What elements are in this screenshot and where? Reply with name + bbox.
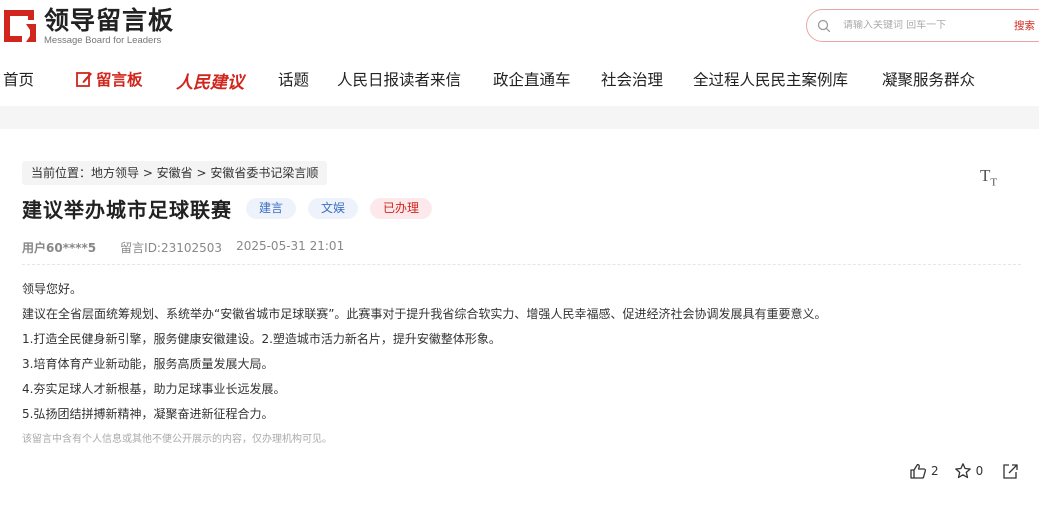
title-row: 建议举办城市足球联赛 建言 文娱 已办理 bbox=[22, 194, 433, 223]
note-edit-icon bbox=[76, 72, 92, 87]
nav-item-label: 留言板 bbox=[96, 71, 143, 89]
favorite-button[interactable]: 0 bbox=[954, 462, 984, 480]
like-button[interactable]: 2 bbox=[909, 462, 939, 480]
search-button[interactable]: 搜索 bbox=[1014, 18, 1035, 33]
renmin-jianyi-logo: 人民建议 bbox=[176, 73, 244, 93]
favorite-count: 0 bbox=[975, 464, 984, 478]
nav-item-democracy-cases[interactable]: 全过程人民民主案例库 bbox=[693, 68, 848, 90]
type-tag: 建言 bbox=[246, 198, 297, 219]
star-icon bbox=[954, 463, 971, 479]
message-body: 领导您好。 建议在全省层面统筹规划、系统举办“安徽省城市足球联赛”。此赛事对于提… bbox=[22, 277, 826, 450]
privacy-disclaimer: 该留言中含有个人信息或其他不便公开展示的内容，仅办理机构可见。 bbox=[22, 434, 332, 445]
nav-item-message-board[interactable]: 留言板 bbox=[75, 68, 143, 90]
message-meta: 用户60****5 留言ID:23102503 2025-05-31 21:01 bbox=[22, 239, 344, 256]
paragraph: 3.培育体育产业新动能，服务高质量发展大局。 bbox=[22, 357, 274, 371]
paragraph: 领导您好。 bbox=[22, 282, 83, 296]
search-icon bbox=[817, 19, 831, 32]
section-separator bbox=[0, 106, 1039, 129]
nav-item-renmin-jianyi[interactable]: 人民建议 bbox=[176, 68, 244, 93]
nav-item-serve-masses[interactable]: 凝聚服务群众 bbox=[882, 68, 975, 90]
divider bbox=[22, 264, 1021, 265]
nav-item-label: 政企直通车 bbox=[493, 71, 571, 89]
paragraph: 建议在全省层面统筹规划、系统举办“安徽省城市足球联赛”。此赛事对于提升我省综合软… bbox=[22, 307, 827, 321]
action-bar: 2 0 bbox=[909, 462, 1019, 480]
search-box: 搜索 bbox=[806, 9, 1039, 42]
nav-item-label: 全过程人民民主案例库 bbox=[693, 71, 849, 89]
nav-item-label: 人民日报读者来信 bbox=[337, 71, 462, 89]
paragraph: 5.弘扬团结拼搏新精神，凝聚奋进新征程合力。 bbox=[22, 407, 274, 421]
site-logo[interactable]: 领导留言板 Message Board for Leaders bbox=[0, 6, 174, 46]
logo-mark-icon bbox=[4, 10, 36, 42]
nav-item-readers-letters[interactable]: 人民日报读者来信 bbox=[337, 68, 461, 90]
nav-item-topics[interactable]: 话题 bbox=[278, 68, 309, 90]
search-input[interactable] bbox=[843, 20, 993, 31]
nav-item-home[interactable]: 首页 bbox=[3, 68, 34, 90]
author-name: 用户60****5 bbox=[22, 241, 97, 255]
font-size-toggle-icon[interactable]: TT bbox=[980, 166, 997, 188]
nav-item-label: 社会治理 bbox=[601, 71, 664, 89]
category-tag: 文娱 bbox=[308, 198, 359, 219]
nav-item-enterprise[interactable]: 政企直通车 bbox=[493, 68, 571, 90]
share-button[interactable] bbox=[1001, 462, 1019, 480]
message-datetime: 2025-05-31 21:01 bbox=[236, 239, 345, 253]
nav-item-label: 首页 bbox=[3, 71, 35, 89]
header: 领导留言板 Message Board for Leaders 搜索 bbox=[0, 0, 1039, 52]
logo-title: 领导留言板 bbox=[44, 5, 175, 35]
paragraph: 4.夯实足球人才新根基，助力足球事业长远发展。 bbox=[22, 382, 286, 396]
main-nav: 首页 留言板 人民建议 话题 人民日报读者来信 政企直通车 社会治理 全过程人民… bbox=[0, 52, 1039, 106]
thumbs-up-icon bbox=[910, 463, 927, 479]
breadcrumb: 当前位置：地方领导 > 安徽省 > 安徽省委书记梁言顺 bbox=[22, 161, 328, 185]
nav-item-social-governance[interactable]: 社会治理 bbox=[601, 68, 663, 90]
paragraph: 1.打造全民健身新引擎，服务健康安徽建设。2.塑造城市活力新名片，提升安徽整体形… bbox=[22, 332, 501, 346]
nav-item-label: 话题 bbox=[278, 71, 310, 89]
status-badge: 已办理 bbox=[370, 198, 433, 219]
like-count: 2 bbox=[931, 464, 939, 478]
message-detail: 当前位置：地方领导 > 安徽省 > 安徽省委书记梁言顺 TT 建议举办城市足球联… bbox=[0, 129, 1039, 510]
message-id: 留言ID:23102503 bbox=[120, 241, 223, 255]
nav-item-label: 凝聚服务群众 bbox=[882, 71, 976, 89]
logo-subtitle: Message Board for Leaders bbox=[44, 34, 162, 46]
share-icon bbox=[1003, 464, 1018, 479]
message-title: 建议举办城市足球联赛 bbox=[22, 198, 232, 222]
